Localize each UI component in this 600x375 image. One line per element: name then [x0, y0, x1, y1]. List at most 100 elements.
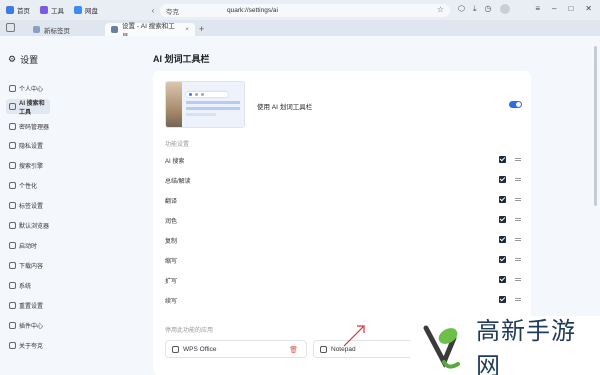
palette-icon: [9, 182, 16, 189]
feature-row-expand: 扩写: [165, 275, 523, 285]
feature-section-label: 功能设置: [165, 142, 190, 148]
sidebar-item-search-engine[interactable]: 搜索引擎: [6, 158, 50, 173]
annotation-arrow: [343, 325, 365, 347]
feature-checkbox[interactable]: [499, 276, 506, 283]
drag-handle-icon[interactable]: [515, 238, 521, 241]
sidebar-item-tabs[interactable]: 标签设置: [6, 198, 50, 213]
back-icon[interactable]: ‹: [148, 6, 158, 15]
power-icon: [9, 242, 16, 249]
search-icon: [9, 162, 16, 169]
bookmark-cloud-drive[interactable]: 网盘: [74, 5, 98, 15]
feature-checkbox[interactable]: [499, 176, 506, 183]
address-bar[interactable]: 夸克 quark://settings/ai ☆: [160, 4, 450, 17]
key-icon: [9, 123, 16, 130]
site-label: 夸克: [166, 8, 179, 16]
bookmark-tools[interactable]: 工具: [40, 5, 64, 15]
use-toolbar-label: 使用 AI 划词工具栏: [257, 104, 313, 111]
sidebar-item-default-browser[interactable]: 默认浏览器: [6, 218, 50, 233]
preview-line: [186, 107, 240, 110]
preview-dot: [195, 93, 198, 96]
drag-handle-icon[interactable]: [515, 298, 521, 301]
app-card-wps[interactable]: WPS Office 🗑: [165, 340, 307, 358]
preview-photo: [166, 82, 182, 127]
feature-checkbox[interactable]: [499, 256, 506, 263]
preview-line: [186, 113, 216, 116]
watermark-text: 高新手游网: [476, 316, 576, 375]
feature-row-summary: 总结/解读: [165, 175, 523, 185]
close-window-icon[interactable]: ✕: [585, 4, 592, 13]
scrollbar[interactable]: [594, 46, 597, 206]
feature-row-continue: 续写: [165, 295, 523, 305]
extension-icon[interactable]: ⬡: [458, 4, 465, 14]
address-url: quark://settings/ai: [227, 7, 278, 14]
preview-dot: [189, 93, 192, 96]
feature-row-copy: 复制: [165, 235, 523, 245]
trash-icon[interactable]: 🗑: [289, 346, 298, 354]
feature-checkbox[interactable]: [499, 296, 506, 303]
feature-checkbox[interactable]: [499, 236, 506, 243]
app-label: WPS Office: [183, 345, 217, 353]
tab-strip: 新标签页 设置 - AI 搜索和工具 × +: [0, 20, 600, 40]
close-tab-icon[interactable]: ×: [185, 26, 189, 33]
maximize-icon[interactable]: □: [568, 4, 573, 13]
tab-settings[interactable]: 设置 - AI 搜索和工具 ×: [105, 23, 195, 40]
browser-icon: [9, 222, 16, 229]
sidebar-item-about[interactable]: 关于夸克: [6, 338, 50, 353]
drag-handle-icon[interactable]: [515, 278, 521, 281]
tab-new-tab[interactable]: 新标签页: [27, 23, 105, 36]
download-icon: [9, 262, 16, 269]
sidebar-item-reset[interactable]: 重置设置: [6, 298, 50, 313]
app-icon: [320, 345, 327, 353]
sidebar-item-ai[interactable]: AI 搜索和工具: [6, 99, 50, 116]
star-icon[interactable]: ☆: [437, 5, 444, 14]
feature-label: 缩写: [165, 258, 178, 265]
tools-icon: [40, 6, 48, 14]
drag-handle-icon[interactable]: [515, 158, 521, 161]
sidebar-item-personalize[interactable]: 个性化: [6, 178, 50, 193]
feature-checkbox[interactable]: [499, 216, 506, 223]
sidebar-item-startup[interactable]: 启动时: [6, 238, 50, 253]
download-icon[interactable]: ⤓: [473, 4, 477, 14]
feature-label: 续写: [165, 298, 178, 305]
sidebar-item-privacy[interactable]: 隐私设置: [6, 138, 50, 153]
site-watermark: 高新手游网: [410, 316, 600, 375]
sidebar-item-profile[interactable]: 个人中心: [6, 81, 50, 96]
use-toolbar-toggle[interactable]: [509, 101, 522, 108]
top-bar: 首页 工具 网盘 ‹ › ↻ 夸克 quark://settings/ai ☆ …: [0, 0, 600, 20]
sidebar-title: ⚙ 设置: [8, 54, 39, 65]
disabled-apps-label: 停用此功能的应用: [165, 328, 214, 334]
drag-handle-icon[interactable]: [515, 258, 521, 261]
tab-overview-icon[interactable]: [6, 23, 15, 32]
page-title: AI 划词工具栏: [153, 54, 210, 64]
lock-icon: [9, 142, 16, 149]
sidebar-item-extensions[interactable]: 插件中心: [6, 318, 50, 333]
tabs-icon: [9, 202, 16, 209]
ai-sparkle-icon: [9, 103, 16, 110]
drag-handle-icon[interactable]: [515, 198, 521, 201]
feature-checkbox[interactable]: [499, 156, 506, 163]
toolbar-preview-image: [165, 81, 245, 128]
reset-icon: [9, 302, 16, 309]
user-icon: [9, 85, 16, 92]
avatar[interactable]: [499, 4, 510, 14]
app-icon: [172, 345, 179, 353]
sidebar-item-system[interactable]: 系统: [6, 278, 50, 293]
settings-favicon-icon: [111, 26, 118, 33]
minimize-icon[interactable]: –: [552, 4, 556, 13]
preview-toolbar: [186, 92, 228, 97]
tab-favicon-icon: [33, 26, 40, 33]
feature-label: 扩写: [165, 278, 178, 285]
feature-row-ai-search: AI 搜索: [165, 155, 523, 165]
sidebar-item-passwords[interactable]: 密码管理器: [6, 119, 50, 134]
preview-line: [186, 101, 240, 104]
bookmark-home[interactable]: 首页: [6, 5, 30, 15]
drag-handle-icon[interactable]: [515, 218, 521, 221]
feature-checkbox[interactable]: [499, 196, 506, 203]
menu-icon[interactable]: ≡: [535, 4, 540, 13]
feature-row-polish: 润色: [165, 215, 523, 225]
history-icon[interactable]: ◷: [485, 4, 492, 14]
new-tab-icon[interactable]: +: [199, 24, 204, 34]
drag-handle-icon[interactable]: [515, 178, 521, 181]
sidebar-item-downloads[interactable]: 下载内容: [6, 258, 50, 273]
gear-icon: ⚙: [8, 54, 17, 64]
